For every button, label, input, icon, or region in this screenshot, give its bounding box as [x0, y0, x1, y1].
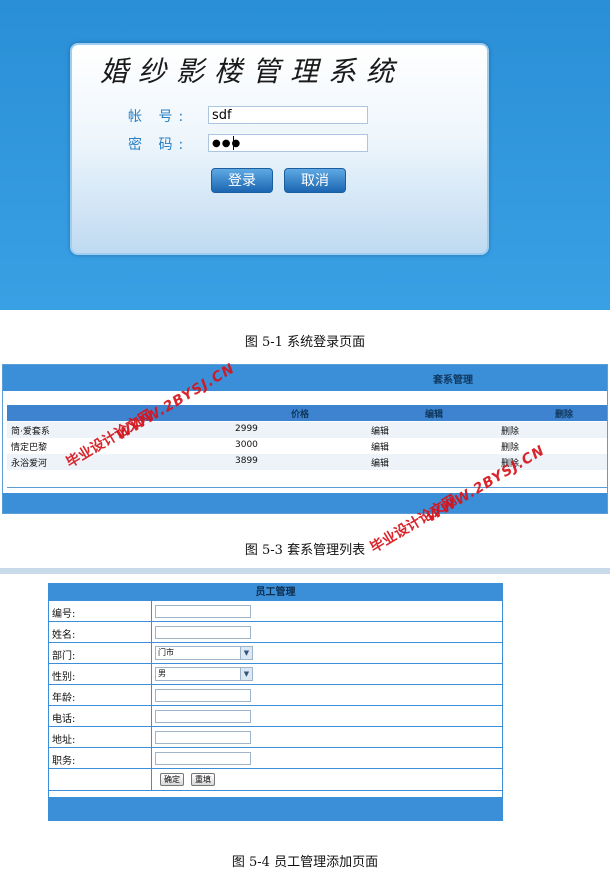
figure-caption-5-4: 图 5-4 员工管理添加页面: [231, 855, 379, 870]
age-input[interactable]: [155, 689, 251, 702]
edit-link[interactable]: 编辑: [371, 424, 389, 437]
position-label: 职务:: [52, 756, 76, 767]
phone-label: 电话:: [52, 714, 76, 725]
name-input[interactable]: [155, 626, 251, 639]
department-select[interactable]: 门市 ▼: [155, 646, 253, 660]
delete-link[interactable]: 删除: [501, 424, 519, 437]
chevron-down-icon: ▼: [240, 647, 252, 659]
login-screenshot: 婚纱影楼管理系统 帐 号: sdf 密 码: ●●● 登录 取消: [0, 0, 610, 310]
employee-form-footer: [49, 797, 502, 820]
address-label: 地址:: [52, 735, 76, 746]
name-label: 姓名:: [52, 630, 76, 641]
package-price: 3899: [235, 456, 258, 466]
confirm-button[interactable]: 确定: [160, 773, 184, 786]
delete-link[interactable]: 删除: [501, 440, 519, 453]
column-edit: 编辑: [425, 410, 444, 420]
figure-caption-5-3: 图 5-3 套系管理列表: [244, 543, 366, 558]
cancel-button[interactable]: 取消: [284, 168, 346, 193]
text-caret: [233, 136, 234, 150]
gender-selected-value: 男: [158, 669, 166, 678]
package-price: 3000: [235, 440, 258, 450]
chevron-down-icon: ▼: [240, 668, 252, 680]
form-row-name: 姓名:: [49, 622, 502, 643]
package-name: 简·爱套系: [11, 427, 50, 437]
column-delete: 删除: [555, 410, 574, 420]
form-column-divider: [151, 769, 152, 790]
form-row-phone: 电话:: [49, 706, 502, 727]
form-row-address: 地址:: [49, 727, 502, 748]
form-row-actions: 确定 重填: [49, 769, 502, 791]
edit-link[interactable]: 编辑: [371, 440, 389, 453]
figure-caption-5-1: 图 5-1 系统登录页面: [244, 335, 366, 350]
address-input[interactable]: [155, 731, 251, 744]
form-row-department: 部门: 门市 ▼: [49, 643, 502, 664]
age-label: 年龄:: [52, 693, 76, 704]
gender-select[interactable]: 男 ▼: [155, 667, 253, 681]
phone-input[interactable]: [155, 710, 251, 723]
package-name: 永浴爱河: [11, 459, 48, 469]
column-price: 价格: [291, 410, 310, 420]
password-input[interactable]: ●●●: [208, 134, 368, 152]
package-list-screenshot: 套系管理 价格 编辑 删除 简·爱套系 2999 编辑 删除 情定巴黎 3000…: [0, 352, 610, 516]
package-list-column-header: 价格 编辑 删除: [7, 405, 607, 421]
package-list-title: 套系管理: [433, 375, 473, 386]
department-label: 部门:: [52, 651, 76, 662]
form-column-divider: [151, 622, 152, 642]
edit-link[interactable]: 编辑: [371, 456, 389, 469]
employee-form-frame: 员工管理 编号: 姓名: 部门: 门市 ▼ 性别: 男 ▼ 年龄: 电话: 地址…: [48, 583, 503, 821]
system-title: 婚纱影楼管理系统: [100, 55, 405, 88]
package-list-divider: [7, 487, 607, 488]
form-column-divider: [151, 727, 152, 747]
employee-form-title: 员工管理: [49, 584, 502, 601]
form-row-gender: 性别: 男 ▼: [49, 664, 502, 685]
form-column-divider: [151, 685, 152, 705]
form-column-divider: [151, 664, 152, 684]
position-input[interactable]: [155, 752, 251, 765]
reset-button[interactable]: 重填: [191, 773, 215, 786]
package-name: 情定巴黎: [11, 443, 48, 453]
id-input[interactable]: [155, 605, 251, 618]
section-divider-line: [0, 568, 610, 574]
account-input[interactable]: sdf: [208, 106, 368, 124]
form-column-divider: [151, 601, 152, 621]
form-column-divider: [151, 706, 152, 726]
id-label: 编号:: [52, 609, 76, 620]
department-selected-value: 门市: [158, 648, 174, 657]
form-row-age: 年龄:: [49, 685, 502, 706]
form-row-position: 职务:: [49, 748, 502, 769]
package-price: 2999: [235, 424, 258, 434]
package-list-footer: [3, 493, 607, 513]
package-list-header: 套系管理: [3, 365, 607, 391]
form-column-divider: [151, 643, 152, 663]
login-button[interactable]: 登录: [211, 168, 273, 193]
password-label: 密 码:: [128, 137, 190, 153]
account-label: 帐 号:: [128, 109, 190, 125]
form-column-divider: [151, 748, 152, 768]
form-row-id: 编号:: [49, 601, 502, 622]
gender-label: 性别:: [52, 672, 76, 683]
